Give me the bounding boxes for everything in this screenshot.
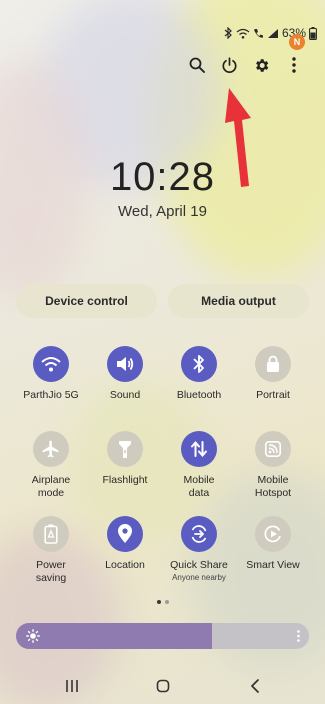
location-icon: [107, 516, 143, 552]
back-icon[interactable]: [245, 677, 265, 695]
tile-label: Location: [105, 559, 145, 571]
flashlight-icon: [107, 431, 143, 467]
recents-icon[interactable]: [62, 677, 82, 695]
device-control-button[interactable]: Device control: [16, 284, 157, 318]
signal-icon: [267, 28, 279, 39]
page-dot-active: [157, 600, 161, 604]
brightness-slider[interactable]: [16, 623, 309, 649]
tile-label: Sound: [109, 389, 141, 401]
airplane-icon: [33, 431, 69, 467]
tile-label: Bluetooth: [176, 389, 222, 401]
tile-quick-share[interactable]: Quick Share Anyone nearby: [159, 516, 239, 583]
tile-flashlight[interactable]: Flashlight: [85, 431, 165, 487]
tile-bluetooth[interactable]: Bluetooth: [159, 346, 239, 402]
tile-label: Airplane mode: [31, 474, 71, 499]
tile-wifi[interactable]: ParthJio 5G: [11, 346, 91, 402]
hotspot-icon: [255, 431, 291, 467]
wifi-icon: [236, 28, 250, 39]
tile-label: Flashlight: [102, 474, 148, 486]
more-vert-icon[interactable]: [283, 54, 305, 76]
tile-location[interactable]: Location: [85, 516, 165, 572]
navigation-bar: [0, 677, 325, 695]
tile-label: Mobile Hotspot: [254, 474, 292, 499]
tile-portrait[interactable]: Portrait: [233, 346, 313, 402]
bluetooth-icon: [224, 27, 233, 39]
brightness-more-icon[interactable]: [293, 627, 303, 645]
sound-icon: [107, 346, 143, 382]
gear-icon[interactable]: [250, 54, 272, 76]
quick-share-icon: [181, 516, 217, 552]
tile-label: Quick Share: [170, 559, 228, 571]
tile-label: Mobile data: [183, 474, 215, 499]
mobile-data-icon: [181, 431, 217, 467]
bluetooth-icon: [181, 346, 217, 382]
tile-label: ParthJio 5G: [23, 389, 79, 401]
tile-label: Power saving: [35, 559, 67, 584]
page-dot: [165, 600, 169, 604]
tile-label: Portrait: [256, 389, 290, 401]
sun-icon: [26, 629, 40, 643]
smart-view-icon: [255, 516, 291, 552]
tile-mobile-data[interactable]: Mobile data: [159, 431, 239, 500]
tile-sublabel: Anyone nearby: [172, 573, 226, 582]
clock-date: Wed, April 19: [118, 203, 207, 220]
clock-time: 10:28: [109, 155, 216, 199]
tile-label: Smart View: [246, 559, 300, 571]
tile-sound[interactable]: Sound: [85, 346, 165, 402]
battery-icon: [309, 26, 317, 40]
home-icon[interactable]: [153, 677, 173, 695]
portrait-lock-icon: [255, 346, 291, 382]
notification-badge: N: [289, 34, 305, 50]
page-indicator: [157, 600, 169, 604]
wifi-icon: [33, 346, 69, 382]
call-icon: [253, 28, 264, 39]
media-output-button[interactable]: Media output: [168, 284, 309, 318]
power-saving-icon: [33, 516, 69, 552]
search-icon[interactable]: [186, 54, 208, 76]
tile-hotspot[interactable]: Mobile Hotspot: [233, 431, 313, 500]
power-icon[interactable]: [218, 54, 240, 76]
tile-smart-view[interactable]: Smart View: [233, 516, 313, 572]
tile-airplane[interactable]: Airplane mode: [11, 431, 91, 500]
quick-panel-actions: [0, 54, 325, 74]
brightness-fill: [16, 623, 213, 649]
tile-power-saving[interactable]: Power saving: [11, 516, 91, 585]
